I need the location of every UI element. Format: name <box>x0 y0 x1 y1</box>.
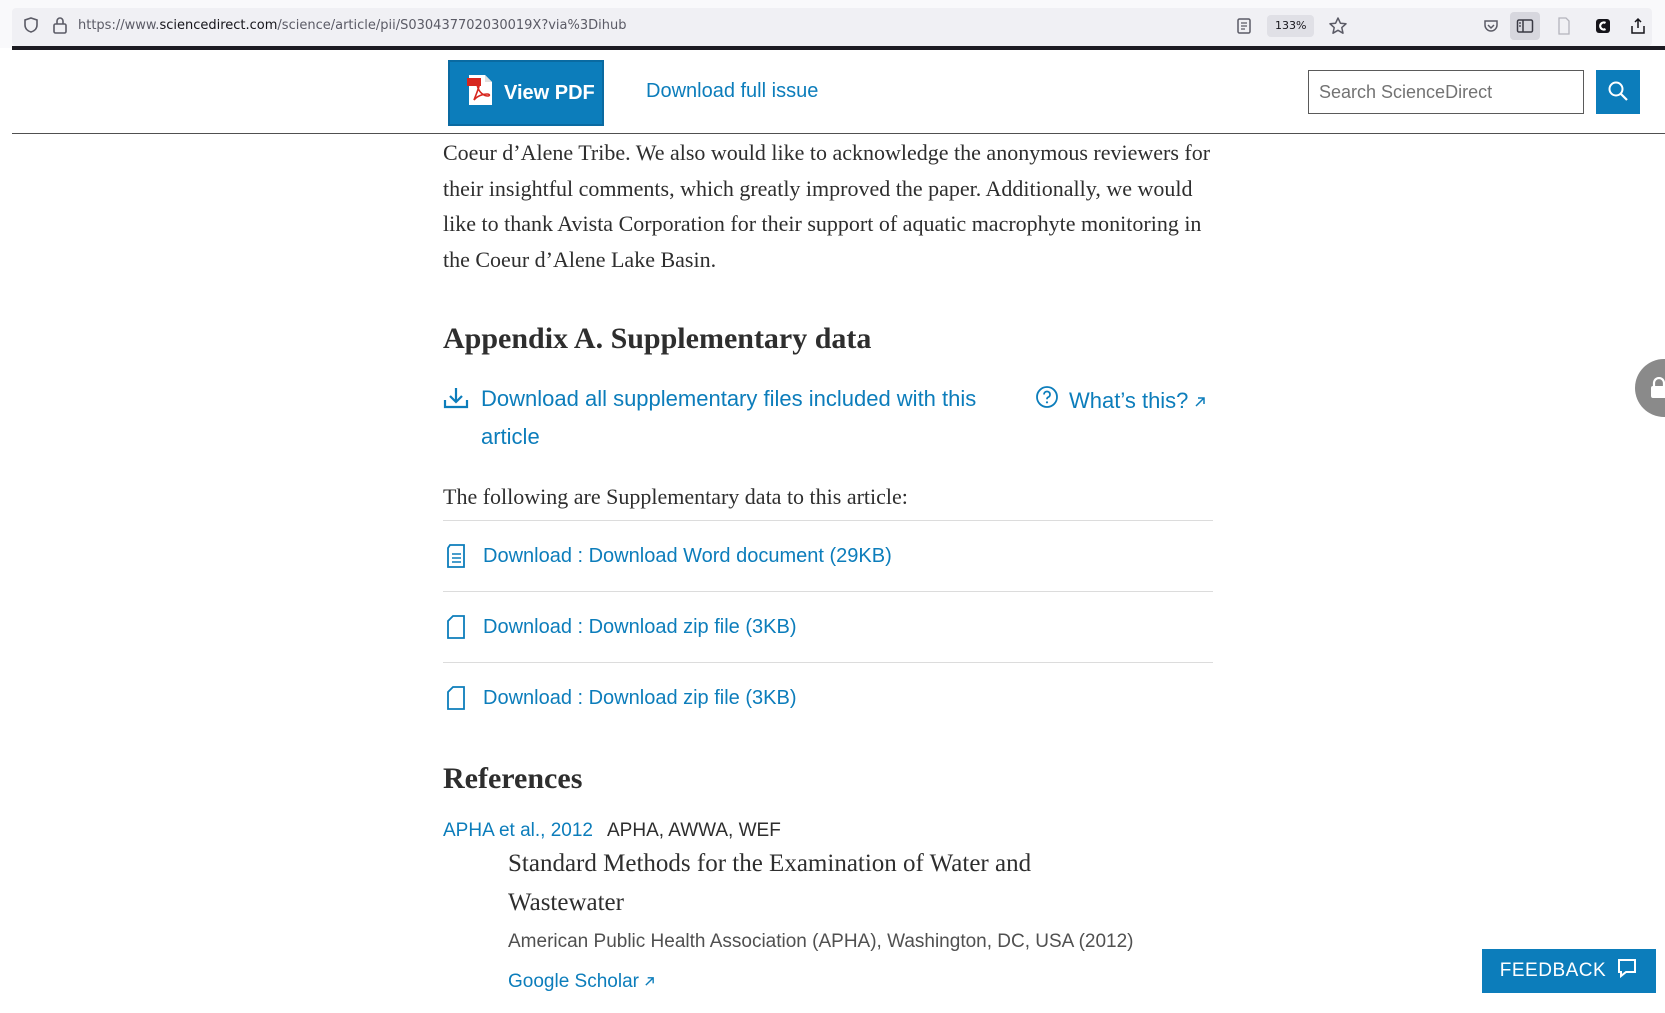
external-link-icon <box>644 971 655 992</box>
view-pdf-button[interactable]: View PDF <box>448 60 604 126</box>
url-prefix: https://www. <box>78 18 160 33</box>
download-full-issue-link[interactable]: Download full issue <box>646 80 818 103</box>
whats-this-link[interactable]: What’s this? <box>1035 380 1206 421</box>
pdf-icon <box>466 74 494 112</box>
reference-publisher: American Public Health Association (APHA… <box>508 931 1134 952</box>
shield-icon[interactable] <box>22 16 40 39</box>
list-item: Download : Download zip file (3KB) <box>443 591 1213 662</box>
download-all-supplementary-link[interactable]: Download all supplementary files include… <box>443 380 1001 456</box>
supplementary-actions: Download all supplementary files include… <box>443 380 1213 460</box>
external-link-icon <box>1194 382 1206 420</box>
browser-toolbar: https://www.sciencedirect.com/science/ar… <box>0 0 1665 48</box>
file-icon <box>445 614 483 640</box>
download-word-document-link[interactable]: Download : Download Word document (29KB) <box>483 545 892 568</box>
bookmark-star-icon[interactable] <box>1327 15 1349 37</box>
document-icon <box>445 543 483 569</box>
acknowledgment-paragraph: Coeur d’Alene Tribe. We also would like … <box>443 140 1211 272</box>
url-path: /science/article/pii/S030437702030019X?v… <box>277 18 627 33</box>
url-text[interactable]: https://www.sciencedirect.com/science/ar… <box>78 18 626 33</box>
reader-view-icon[interactable] <box>1233 15 1255 37</box>
sidebar-toggle-icon[interactable] <box>1510 12 1540 40</box>
search-icon <box>1607 80 1629 105</box>
feedback-label: FEEDBACK <box>1499 960 1607 981</box>
view-pdf-label: View PDF <box>504 81 595 104</box>
download-all-label: Download all supplementary files include… <box>481 386 977 449</box>
download-zip-file-link[interactable]: Download : Download zip file (3KB) <box>483 616 797 639</box>
article-content: Coeur d’Alene Tribe. We also would like … <box>443 134 1213 992</box>
share-icon[interactable] <box>1627 15 1649 37</box>
reference-header: APHA et al., 2012 APHA, AWWA, WEF <box>443 820 781 842</box>
side-tab-handle[interactable] <box>1635 359 1665 417</box>
google-scholar-link[interactable]: Google Scholar <box>508 971 655 993</box>
supplementary-file-list: Download : Download Word document (29KB)… <box>443 520 1213 733</box>
list-item: Download : Download Word document (29KB) <box>443 520 1213 591</box>
zoom-level[interactable]: 133% <box>1267 15 1315 37</box>
page-icon[interactable] <box>1553 15 1575 37</box>
extension-icon[interactable] <box>1592 15 1614 37</box>
reference-title: Standard Methods for the Examination of … <box>508 850 1032 916</box>
speech-bubble-icon <box>1616 957 1638 985</box>
download-zip-file-link[interactable]: Download : Download zip file (3KB) <box>483 687 797 710</box>
search-input[interactable] <box>1308 70 1584 114</box>
url-host: sciencedirect.com <box>159 18 278 33</box>
search-button[interactable] <box>1596 70 1640 114</box>
pocket-icon[interactable] <box>1480 15 1502 37</box>
supplementary-intro: The following are Supplementary data to … <box>443 484 908 509</box>
help-circle-icon <box>1035 383 1059 421</box>
lock-icon <box>1649 376 1665 404</box>
whats-this-label: What’s this? <box>1069 387 1189 413</box>
download-icon <box>443 380 481 456</box>
google-scholar-label: Google Scholar <box>508 971 639 992</box>
reference-citation-link[interactable]: APHA et al., 2012 <box>443 820 593 842</box>
list-item: Download : Download zip file (3KB) <box>443 662 1213 733</box>
site-header: View PDF Download full issue <box>12 50 1665 134</box>
lock-icon[interactable] <box>52 16 68 39</box>
references-title: References <box>443 762 583 795</box>
reference-authors: APHA, AWWA, WEF <box>607 820 781 841</box>
address-bar[interactable]: https://www.sciencedirect.com/science/ar… <box>12 8 1652 46</box>
appendix-title: Appendix A. Supplementary data <box>443 322 872 355</box>
feedback-button[interactable]: FEEDBACK <box>1482 949 1656 993</box>
file-icon <box>445 685 483 711</box>
